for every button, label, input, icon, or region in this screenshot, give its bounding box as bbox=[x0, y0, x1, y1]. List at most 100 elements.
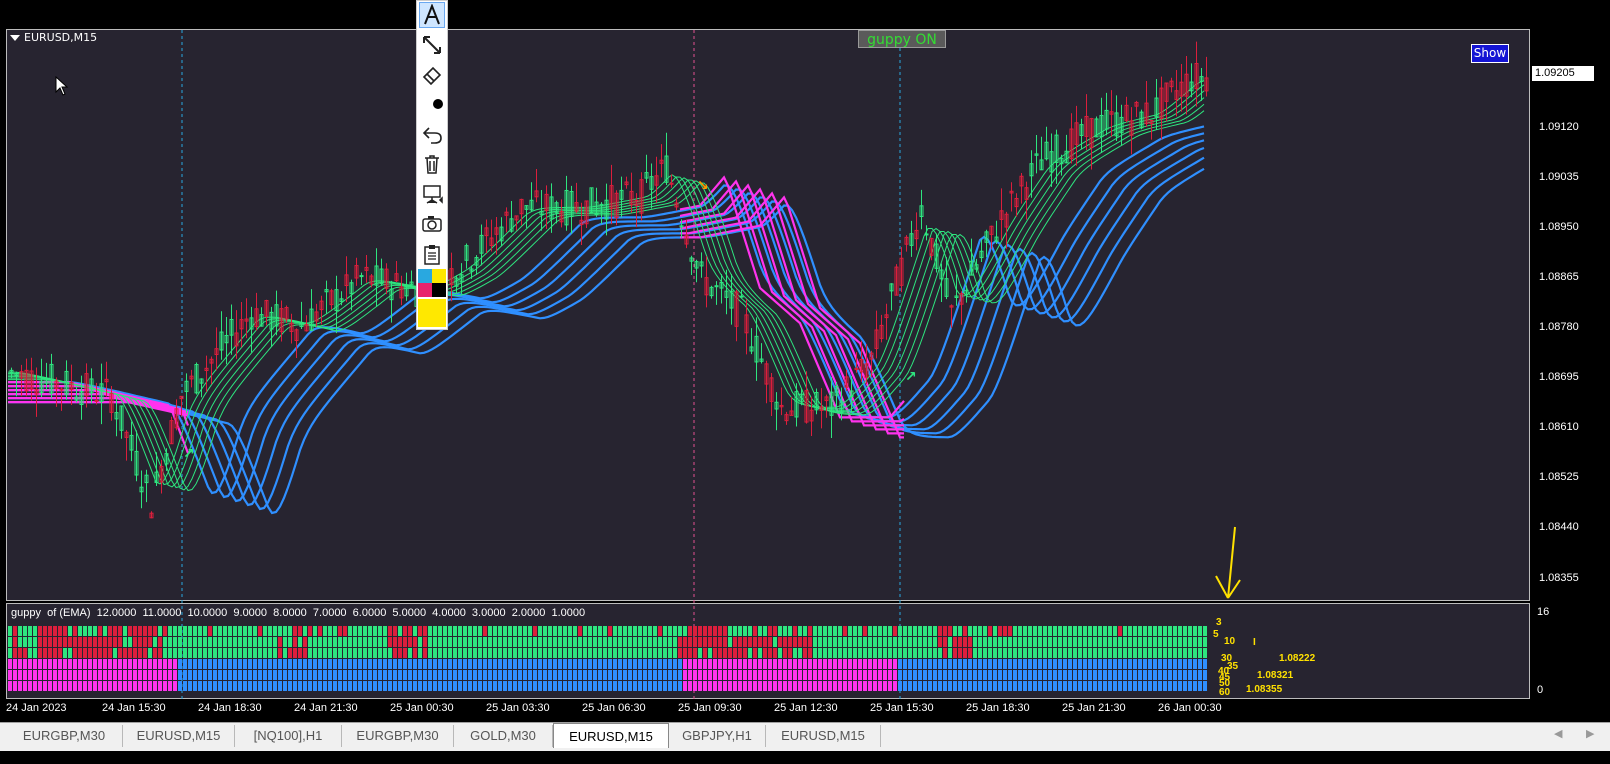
indicator-cell bbox=[533, 637, 537, 647]
indicator-cell bbox=[1188, 670, 1192, 680]
indicator-cell bbox=[853, 681, 857, 691]
indicator-cell bbox=[173, 670, 177, 680]
indicator-cell bbox=[893, 670, 897, 680]
guppy-toggle-button[interactable]: guppy ON bbox=[858, 30, 946, 48]
indicator-cell bbox=[533, 670, 537, 680]
indicator-cell bbox=[883, 637, 887, 647]
indicator-cell bbox=[143, 659, 147, 669]
indicator-cell bbox=[943, 626, 947, 636]
indicator-cell bbox=[1178, 670, 1182, 680]
indicator-cell bbox=[153, 626, 157, 636]
tab-scroll-right-icon[interactable]: ▶ bbox=[1586, 727, 1594, 740]
text-tool-icon[interactable] bbox=[419, 2, 445, 28]
indicator-cell bbox=[653, 670, 657, 680]
indicator-cell bbox=[598, 681, 602, 691]
indicator-cell bbox=[688, 659, 692, 669]
indicator-cell bbox=[68, 670, 72, 680]
camera-icon[interactable] bbox=[419, 211, 445, 237]
indicator-cell bbox=[423, 626, 427, 636]
tab-eurusd-m15[interactable]: EURUSD,M15 bbox=[123, 725, 235, 747]
eraser-tool-icon[interactable] bbox=[419, 61, 445, 87]
indicator-cell bbox=[848, 626, 852, 636]
indicator-cell bbox=[298, 637, 302, 647]
dropdown-triangle-icon[interactable] bbox=[10, 34, 20, 41]
indicator-cell bbox=[1108, 626, 1112, 636]
indicator-cell bbox=[1088, 670, 1092, 680]
indicator-cell bbox=[68, 681, 72, 691]
dot-tool-icon[interactable] bbox=[419, 91, 445, 117]
indicator-cell bbox=[363, 648, 367, 658]
indicator-cell bbox=[863, 626, 867, 636]
indicator-cell bbox=[868, 648, 872, 658]
tab-eurusd-m15-2[interactable]: EURUSD,M15 bbox=[766, 725, 881, 747]
indicator-cell bbox=[428, 648, 432, 658]
indicator-cell bbox=[498, 637, 502, 647]
indicator-cell bbox=[408, 681, 412, 691]
indicator-cell bbox=[388, 659, 392, 669]
indicator-cell bbox=[388, 626, 392, 636]
color-swatch-yellow[interactable] bbox=[432, 269, 446, 283]
indicator-cell bbox=[523, 637, 527, 647]
tab-eurgbp-m30-2[interactable]: EURGBP,M30 bbox=[342, 725, 454, 747]
tab-gbpjpy-h1[interactable]: GBPJPY,H1 bbox=[669, 725, 766, 747]
indicator-cell bbox=[58, 637, 62, 647]
show-button[interactable]: Show bbox=[1471, 44, 1509, 63]
color-swatch-selected[interactable] bbox=[418, 299, 446, 327]
indicator-cell bbox=[858, 626, 862, 636]
arrow-tool-icon[interactable] bbox=[419, 32, 445, 58]
undo-icon[interactable] bbox=[419, 121, 445, 147]
time-label: 24 Jan 21:30 bbox=[294, 702, 358, 714]
indicator-cell bbox=[218, 681, 222, 691]
indicator-cell bbox=[168, 648, 172, 658]
indicator-cell bbox=[283, 626, 287, 636]
trash-icon[interactable] bbox=[419, 151, 445, 177]
indicator-cell bbox=[418, 637, 422, 647]
presentation-icon[interactable] bbox=[419, 181, 445, 207]
indicator-cell bbox=[583, 659, 587, 669]
indicator-cell bbox=[1183, 637, 1187, 647]
indicator-cell bbox=[1103, 670, 1107, 680]
indicator-cell bbox=[718, 637, 722, 647]
indicator-cell bbox=[963, 659, 967, 669]
indicator-cell bbox=[833, 648, 837, 658]
indicator-cell bbox=[243, 626, 247, 636]
indicator-cell bbox=[943, 659, 947, 669]
clipboard-icon[interactable] bbox=[419, 241, 445, 267]
indicator-cell bbox=[128, 626, 132, 636]
indicator-cell bbox=[588, 648, 592, 658]
indicator-cell bbox=[788, 637, 792, 647]
indicator-cell bbox=[503, 637, 507, 647]
color-swatch-magenta[interactable] bbox=[418, 283, 432, 297]
indicator-cell bbox=[453, 681, 457, 691]
indicator-cell bbox=[708, 648, 712, 658]
indicator-cell bbox=[983, 626, 987, 636]
color-swatch-cyan[interactable] bbox=[418, 269, 432, 283]
indicator-cell bbox=[178, 659, 182, 669]
indicator-cell bbox=[703, 637, 707, 647]
indicator-cell bbox=[878, 648, 882, 658]
tab-nq100-h1[interactable]: [NQ100],H1 bbox=[235, 725, 342, 747]
indicator-cell bbox=[868, 681, 872, 691]
indicator-cell bbox=[968, 626, 972, 636]
tab-gold-m30[interactable]: GOLD,M30 bbox=[454, 725, 553, 747]
indicator-cell bbox=[638, 637, 642, 647]
indicator-cell bbox=[1063, 648, 1067, 658]
indicator-cell bbox=[263, 681, 267, 691]
indicator-cell bbox=[838, 659, 842, 669]
indicator-cell bbox=[783, 659, 787, 669]
indicator-cell bbox=[273, 659, 277, 669]
indicator-cell bbox=[338, 637, 342, 647]
indicator-cell bbox=[1098, 626, 1102, 636]
indicator-cell bbox=[498, 659, 502, 669]
tab-scroll-left-icon[interactable]: ◀ bbox=[1554, 727, 1562, 740]
color-swatch-black[interactable] bbox=[432, 283, 446, 297]
chart-symbol-label[interactable]: EURUSD,M15 bbox=[10, 31, 97, 44]
indicator-cell bbox=[1173, 670, 1177, 680]
indicator-cell bbox=[968, 648, 972, 658]
indicator-cell bbox=[208, 681, 212, 691]
indicator-cell bbox=[1093, 659, 1097, 669]
indicator-cell bbox=[1103, 626, 1107, 636]
tab-eurusd-m15-active[interactable]: EURUSD,M15 bbox=[553, 723, 669, 748]
tab-eurgbp-m30[interactable]: EURGBP,M30 bbox=[6, 725, 123, 747]
indicator-cell bbox=[1158, 626, 1162, 636]
